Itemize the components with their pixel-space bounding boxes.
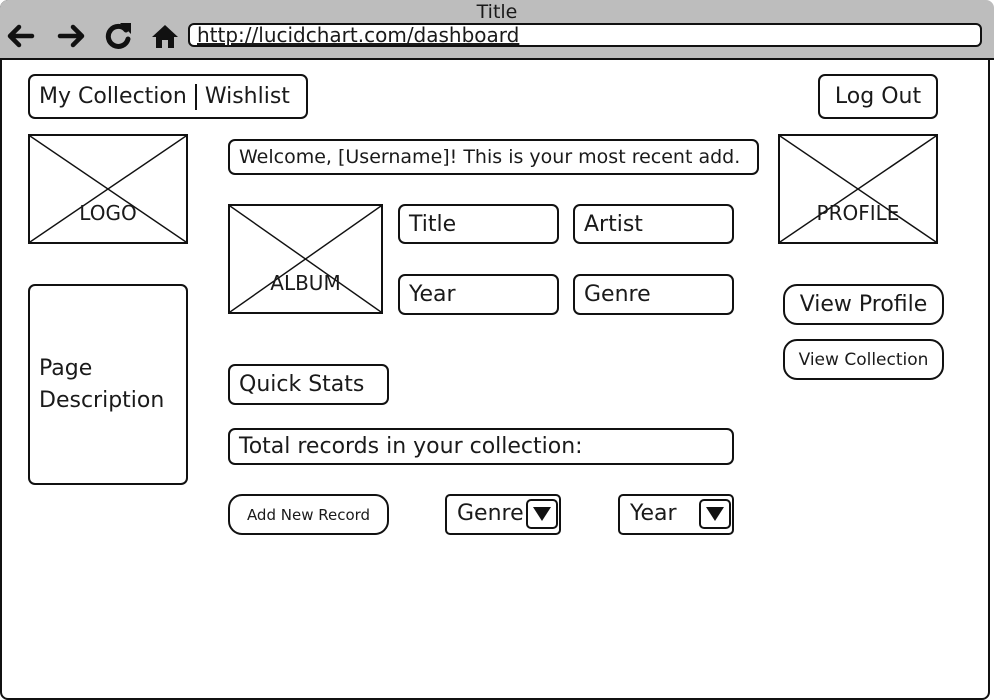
logo-label: LOGO — [79, 201, 137, 225]
year-filter-dropdown[interactable]: Year — [618, 494, 734, 535]
browser-toolbar: Title http://lucidchart.com/dashboard — [0, 0, 994, 60]
view-collection-button[interactable]: View Collection — [783, 339, 944, 380]
url-bar[interactable]: http://lucidchart.com/dashboard — [188, 23, 982, 47]
forward-arrow-icon[interactable] — [56, 20, 88, 52]
nav-divider — [194, 83, 197, 110]
collection-wishlist-nav: My Collection Wishlist — [28, 74, 308, 119]
profile-image-placeholder: PROFILE — [778, 134, 938, 244]
page-description: Page Description — [28, 284, 188, 485]
album-artist-field: Artist — [573, 204, 734, 244]
logo-placeholder: LOGO — [28, 134, 188, 244]
year-filter-label: Year — [630, 501, 677, 526]
album-genre-field: Genre — [573, 274, 734, 315]
profile-image-label: PROFILE — [816, 201, 900, 225]
album-art-label: ALBUM — [270, 271, 341, 295]
genre-filter-label: Genre — [457, 501, 524, 526]
quick-stats-heading: Quick Stats — [228, 364, 389, 405]
add-new-record-button[interactable]: Add New Record — [228, 494, 389, 535]
view-profile-button[interactable]: View Profile — [783, 284, 944, 325]
album-title-field: Title — [398, 204, 559, 244]
nav-my-collection-link[interactable]: My Collection — [39, 84, 187, 109]
total-records-stat: Total records in your collection: — [228, 428, 734, 465]
chevron-down-icon[interactable] — [526, 499, 558, 529]
album-art-placeholder: ALBUM — [228, 204, 383, 314]
welcome-message: Welcome, [Username]! This is your most r… — [228, 139, 759, 175]
home-icon[interactable] — [150, 20, 182, 52]
album-year-field: Year — [398, 274, 559, 315]
nav-wishlist-link[interactable]: Wishlist — [205, 84, 290, 109]
logout-button[interactable]: Log Out — [818, 74, 938, 119]
genre-filter-dropdown[interactable]: Genre — [445, 494, 561, 535]
reload-icon[interactable] — [102, 20, 134, 52]
back-arrow-icon[interactable] — [4, 20, 36, 52]
chevron-down-icon[interactable] — [699, 499, 731, 529]
